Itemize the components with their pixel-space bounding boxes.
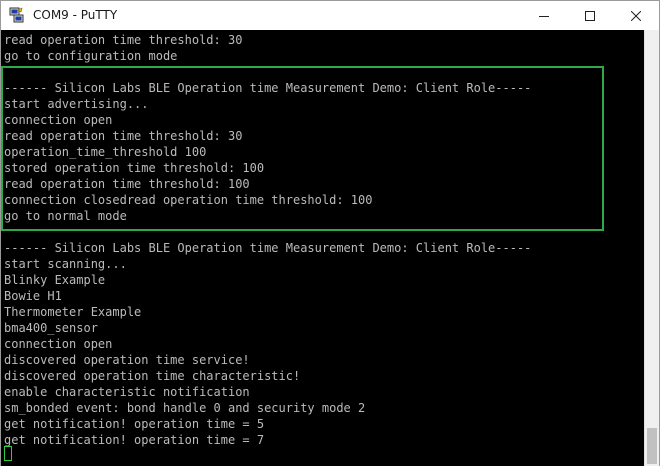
terminal-cursor [4, 446, 12, 461]
scrollbar-thumb[interactable] [647, 428, 657, 464]
close-icon [631, 10, 641, 21]
vertical-scrollbar[interactable] [644, 30, 659, 466]
close-button[interactable] [613, 1, 659, 30]
terminal-line: start advertising... [4, 97, 149, 111]
terminal-line: Thermometer Example [4, 305, 142, 319]
terminal-line: ------ Silicon Labs BLE Operation time M… [4, 241, 532, 255]
terminal-line: read operation time threshold: 30 [4, 33, 243, 47]
terminal-line: go to configuration mode [4, 49, 178, 63]
terminal-line: ------ Silicon Labs BLE Operation time M… [4, 81, 532, 95]
window-title: COM9 - PuTTY [33, 8, 118, 22]
terminal-line: read operation time threshold: 100 [4, 177, 250, 191]
terminal-line: connection open [4, 337, 113, 351]
terminal-line: discovered operation time characteristic… [4, 369, 301, 383]
putty-icon[interactable] [9, 7, 25, 23]
terminal-line: connection open [4, 113, 113, 127]
terminal-line: get notification! operation time = 7 [4, 433, 265, 447]
minimize-button[interactable] [521, 1, 567, 30]
terminal-line: sm_bonded event: bond handle 0 and secur… [4, 401, 366, 415]
terminal-line: start scanning... [4, 257, 127, 271]
terminal-line: bma400_sensor [4, 321, 98, 335]
terminal-output[interactable]: read operation time threshold: 30 go to … [1, 30, 644, 466]
title-bar[interactable]: COM9 - PuTTY [1, 1, 659, 30]
terminal-line: get notification! operation time = 5 [4, 417, 265, 431]
terminal-line: connection closedread operation time thr… [4, 193, 373, 207]
terminal-line: stored operation time threshold: 100 [4, 161, 265, 175]
terminal-line: go to normal mode [4, 209, 127, 223]
maximize-button[interactable] [567, 1, 613, 30]
terminal-line: discovered operation time service! [4, 353, 250, 367]
terminal-line: read operation time threshold: 30 [4, 129, 243, 143]
terminal-line: operation_time_threshold 100 [4, 145, 207, 159]
terminal-lines: read operation time threshold: 30 go to … [4, 32, 531, 448]
minimize-icon [539, 15, 549, 17]
terminal-line: enable characteristic notification [4, 385, 250, 399]
terminal-line: Blinky Example [4, 273, 106, 287]
terminal-line: Bowie H1 [4, 289, 62, 303]
putty-window: COM9 - PuTTY read operation time thresho… [0, 0, 660, 466]
maximize-icon [585, 10, 595, 21]
